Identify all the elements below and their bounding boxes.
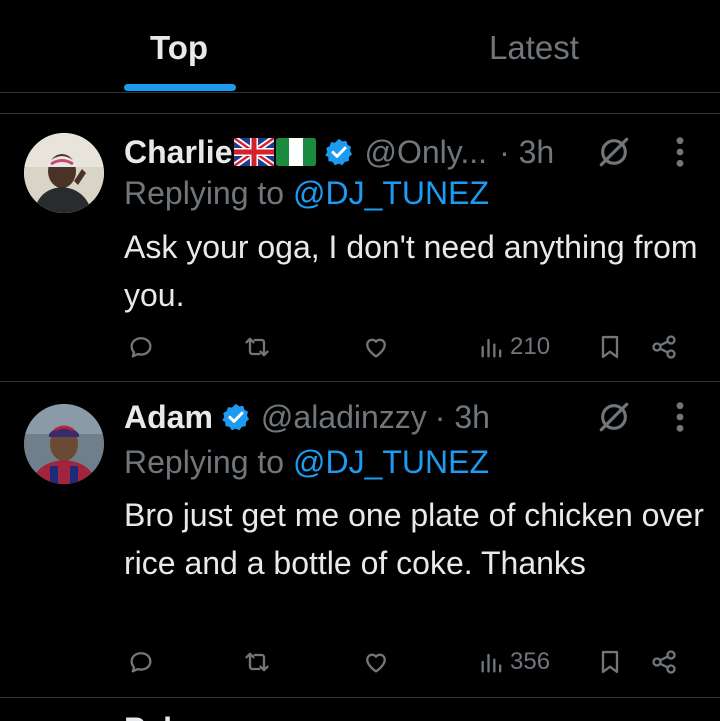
views-count: 356 <box>510 648 551 675</box>
views-icon <box>481 338 502 358</box>
avatar[interactable] <box>24 404 104 484</box>
reply-tweet[interactable]: Charlie @Only... · 3h Replying to @DJ_TU… <box>0 115 720 382</box>
retweet-button[interactable] <box>243 330 271 364</box>
verified-badge-icon <box>325 138 353 166</box>
mention-link[interactable]: @DJ_TUNEZ <box>293 175 489 211</box>
more-icon[interactable] <box>673 135 687 169</box>
more-icon[interactable] <box>673 400 687 434</box>
reply-icon <box>130 652 152 673</box>
like-button[interactable] <box>362 330 390 364</box>
replying-to-prefix: Replying to <box>124 444 285 480</box>
display-name-partial[interactable]: Pab <box>124 711 183 721</box>
nigeria-flag-icon <box>276 138 317 166</box>
tweet-text: Ask your oga, I don't need anything from… <box>124 229 698 313</box>
avatar-image <box>24 404 104 484</box>
share-button[interactable] <box>650 330 678 364</box>
tweet-actions: 210 <box>124 330 694 364</box>
verified-badge-icon <box>222 403 249 431</box>
views-icon <box>481 653 502 673</box>
share-button[interactable] <box>650 645 678 679</box>
like-icon <box>366 653 386 673</box>
like-icon <box>366 338 386 358</box>
like-button[interactable] <box>362 645 390 679</box>
reply-tweet[interactable]: Adam @aladinzzy · 3h Replying to @DJ_TUN… <box>0 383 720 698</box>
reply-button[interactable] <box>127 330 155 364</box>
bookmark-icon <box>601 335 619 359</box>
share-icon <box>652 650 676 674</box>
tweet-header: Charlie @Only... · 3h <box>124 132 554 172</box>
retweet-icon <box>245 337 269 357</box>
replying-to-line: Replying to @DJ_TUNEZ <box>124 173 489 213</box>
display-name[interactable]: Charlie <box>124 134 232 171</box>
views-count: 210 <box>510 333 551 360</box>
retweet-icon <box>245 652 269 672</box>
united-kingdom-flag-icon <box>234 138 275 166</box>
retweet-button[interactable] <box>243 645 271 679</box>
bookmark-button[interactable] <box>596 330 624 364</box>
divider-strip <box>0 94 720 114</box>
reply-button[interactable] <box>127 645 155 679</box>
handle[interactable]: @aladinzzy <box>261 399 427 436</box>
replying-to-prefix: Replying to <box>124 175 285 211</box>
replying-to-line: Replying to @DJ_TUNEZ <box>124 442 489 482</box>
mention-link[interactable]: @DJ_TUNEZ <box>293 444 489 480</box>
avatar[interactable] <box>24 133 104 213</box>
timestamp[interactable]: · 3h <box>435 399 490 436</box>
avatar-image <box>24 133 104 213</box>
tweet-header: Adam @aladinzzy · 3h <box>124 397 490 437</box>
timeline-tabs: Top Latest <box>0 0 720 93</box>
views-button[interactable]: 210 <box>478 330 550 364</box>
grok-icon[interactable] <box>597 135 631 169</box>
tab-top[interactable]: Top <box>150 28 208 68</box>
tweet-actions: 356 <box>124 645 694 679</box>
display-name[interactable]: Adam <box>124 399 213 436</box>
reply-icon <box>130 337 152 358</box>
reply-tweet-partial[interactable]: Pab <box>0 699 720 721</box>
tweet-text: Bro just get me one plate of chicken ove… <box>124 497 704 581</box>
bookmark-icon <box>601 650 619 674</box>
timestamp[interactable]: · 3h <box>499 134 554 171</box>
grok-icon[interactable] <box>597 400 631 434</box>
bookmark-button[interactable] <box>596 645 624 679</box>
share-icon <box>652 335 676 359</box>
views-button[interactable]: 356 <box>478 645 550 679</box>
active-tab-indicator <box>124 84 236 91</box>
handle[interactable]: @Only... <box>364 134 487 171</box>
tab-latest[interactable]: Latest <box>489 28 579 68</box>
